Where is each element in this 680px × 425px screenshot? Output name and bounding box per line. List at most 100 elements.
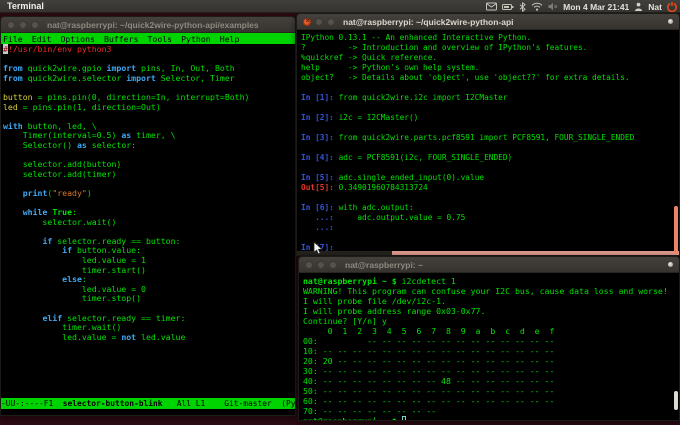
power-icon[interactable] xyxy=(667,1,677,12)
terminal-line: selector.add(timer) xyxy=(3,168,117,179)
terminal-line: Out[5]: 0.34901960784313724 xyxy=(301,183,428,192)
window-title: nat@raspberrypi: ~/quick2wire-python-api… xyxy=(47,19,259,30)
bottom-edge-dark xyxy=(297,251,392,255)
battery-icon[interactable] xyxy=(502,3,514,11)
terminal-line: 0 1 2 3 4 5 6 7 8 9 a b c d e f xyxy=(303,326,555,336)
terminal-line: 40: -- -- -- -- -- -- -- -- 48 -- -- -- … xyxy=(303,376,555,386)
terminal-line: selector.wait() xyxy=(3,216,117,227)
volume-muted-icon[interactable] xyxy=(548,2,558,11)
emacs-menubar: File Edit Options Buffers Tools Python Help xyxy=(1,33,295,44)
maximize-button[interactable] xyxy=(31,20,39,29)
terminal-line: In [5]: adc.single_ended_input(0).value xyxy=(301,173,485,182)
terminal-line: led = pins.pin(1, direction=Out) xyxy=(3,101,161,112)
emacs-menu-edit[interactable]: Edit xyxy=(32,34,52,44)
window-title: nat@raspberrypi: ~ xyxy=(345,259,423,270)
mouse-pointer xyxy=(313,241,323,255)
indicator-tray: Mon 4 Mar 21:41 Nat xyxy=(486,0,677,13)
terminal-line: In [1]: from quick2wire.i2c import I2CMa… xyxy=(301,93,508,102)
terminal-line: In [6]: with adc.output: xyxy=(301,203,414,212)
ipython-terminal[interactable]: IPython 0.13.1 -- An enhanced Interactiv… xyxy=(297,30,679,251)
terminal-line: 30: -- -- -- -- -- -- -- -- -- -- -- -- … xyxy=(303,366,555,376)
terminal-line: from quick2wire.selector import Selector… xyxy=(3,72,235,83)
terminal-line: ...: xyxy=(301,223,339,232)
terminal-line: ...: adc.output.value = 0.75 xyxy=(301,213,466,222)
bluetooth-icon[interactable] xyxy=(519,1,526,12)
shell-window-titlebar[interactable]: nat@raspberrypi: ~ xyxy=(299,257,679,273)
terminal-line: WARNING! This program can confuse your I… xyxy=(303,286,668,296)
emacs-menu-buffers[interactable]: Buffers xyxy=(104,34,139,44)
vertical-scrollbar[interactable] xyxy=(674,391,678,410)
emacs-buffer[interactable]: #!/usr/bin/env python3 from quick2wire.gp… xyxy=(1,44,295,398)
scrollbar-stub-icon[interactable] xyxy=(668,262,673,267)
shell-terminal[interactable]: nat@raspberrypi ~ $ i2cdetect 1 WARNING! … xyxy=(299,273,679,420)
active-app-title: Terminal xyxy=(7,1,44,11)
window-title: nat@raspberrypi: ~/quick2wire-python-api xyxy=(343,16,514,27)
terminal-line: help -> Python's own help system. xyxy=(301,63,480,72)
ipython-window-titlebar[interactable]: nat@raspberrypi: ~/quick2wire-python-api xyxy=(297,14,679,30)
terminal-line: I will probe file /dev/i2c-1. xyxy=(303,296,446,306)
terminal-line: IPython 0.13.1 -- An enhanced Interactiv… xyxy=(301,33,532,42)
maximize-button[interactable] xyxy=(327,17,335,26)
terminal-line: Continue? [Y/n] y xyxy=(303,316,387,326)
modeline-status: All L1 Git-master (Py xyxy=(162,399,295,408)
window-bottom-edge xyxy=(297,251,679,255)
terminal-line: In [3]: from quick2wire.parts.pcf8591 im… xyxy=(301,133,635,142)
window-emacs-examples: nat@raspberrypi: ~/quick2wire-python-api… xyxy=(0,16,296,416)
terminal-line: 10: -- -- -- -- -- -- -- -- -- -- -- -- … xyxy=(303,346,555,356)
left-window-titlebar[interactable]: nat@raspberrypi: ~/quick2wire-python-api… xyxy=(1,17,295,33)
terminal-line: In [7]: xyxy=(301,243,334,251)
terminal-line: timer.stop() xyxy=(3,293,142,304)
user-icon[interactable] xyxy=(634,2,643,11)
terminal-line: object? -> Details about 'object', use '… xyxy=(301,73,630,82)
terminal-line: led.value = not led.value xyxy=(3,331,186,342)
window-ipython: nat@raspberrypi: ~/quick2wire-python-api… xyxy=(296,13,680,256)
minimize-button[interactable] xyxy=(315,17,323,26)
terminal-line: Selector() as selector: xyxy=(3,139,137,150)
terminal-line: ? -> Introduction and overview of IPytho… xyxy=(301,43,588,52)
emacs-menu-file[interactable]: File xyxy=(3,34,23,44)
maximize-button[interactable] xyxy=(329,260,337,269)
modeline-buffer-name: selector-button-blink xyxy=(62,399,163,408)
horizontal-scrollbar[interactable] xyxy=(392,251,679,255)
window-shell: nat@raspberrypi: ~ nat@raspberrypi ~ $ i… xyxy=(298,256,680,421)
terminal-line: %quickref -> Quick reference. xyxy=(301,53,438,62)
terminal-line: nat@raspberrypi ~ $ xyxy=(303,416,679,420)
scrollbar-stub-icon[interactable] xyxy=(668,19,673,24)
terminal-line: 70: -- -- -- -- -- -- -- -- xyxy=(303,406,437,416)
emacs-editor[interactable]: File Edit Options Buffers Tools Python Help #!… xyxy=(1,33,295,415)
terminal-line: 60: -- -- -- -- -- -- -- -- -- -- -- -- … xyxy=(303,396,555,406)
wifi-icon[interactable] xyxy=(531,2,543,11)
close-button[interactable] xyxy=(7,20,15,29)
terminal-line: In [4]: adc = PCF8591(i2c, FOUR_SINGLE_E… xyxy=(301,153,513,162)
emacs-echo-area xyxy=(1,409,295,415)
emacs-menu-options[interactable]: Options xyxy=(60,34,95,44)
top-panel: Terminal Mon 4 Mar 21:41 Nat xyxy=(0,0,680,13)
terminal-line: nat@raspberrypi ~ $ i2cdetect 1 xyxy=(303,276,456,286)
emacs-menu-help[interactable]: Help xyxy=(220,34,240,44)
emacs-menu-python[interactable]: Python xyxy=(181,34,211,44)
session-user-label[interactable]: Nat xyxy=(648,2,662,12)
clock[interactable]: Mon 4 Mar 21:41 xyxy=(563,2,629,12)
close-button[interactable] xyxy=(305,260,313,269)
terminal-line: 20: 20 -- -- -- -- -- -- -- -- -- -- -- … xyxy=(303,356,555,366)
terminal-line: #!/usr/bin/env python3 xyxy=(3,44,112,54)
terminal-line: 00: -- -- -- -- -- -- -- -- -- -- -- -- … xyxy=(303,336,555,346)
terminal-line: In [2]: i2c = I2CMaster() xyxy=(301,113,419,122)
terminal-line: print("ready") xyxy=(22,187,92,198)
terminal-line: I will probe address range 0x03-0x77. xyxy=(303,306,486,316)
minimize-button[interactable] xyxy=(19,20,27,29)
emacs-modeline: -UU-:----F1 selector-button-blink All L1… xyxy=(1,398,295,409)
emacs-menu-tools[interactable]: Tools xyxy=(147,34,172,44)
vertical-scrollbar[interactable] xyxy=(674,206,678,254)
mail-icon[interactable] xyxy=(486,2,498,11)
close-icon[interactable] xyxy=(303,16,311,26)
terminal-line: 50: -- -- -- -- -- -- -- -- -- -- -- -- … xyxy=(303,386,555,396)
minimize-button[interactable] xyxy=(317,260,325,269)
